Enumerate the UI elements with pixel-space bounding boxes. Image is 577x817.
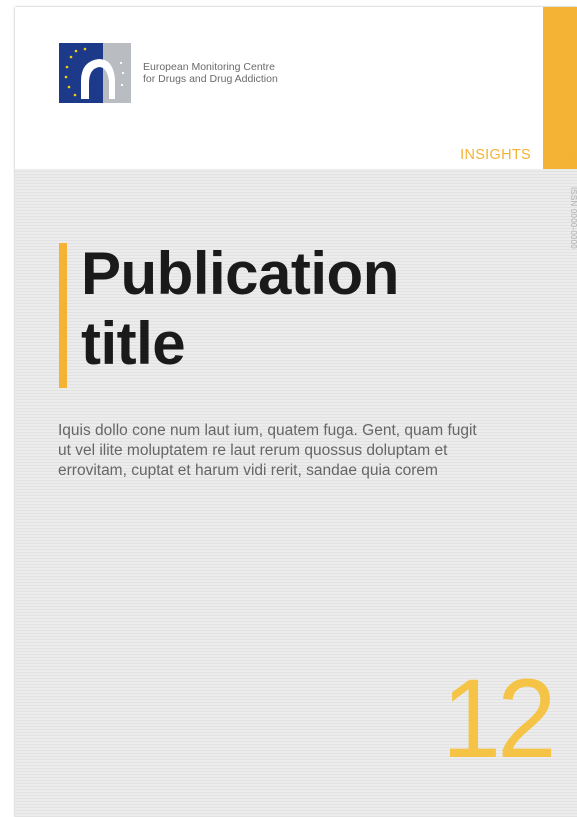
- organisation-name: European Monitoring Centre for Drugs and…: [143, 61, 278, 85]
- title-line-1: Publication: [81, 240, 399, 307]
- organisation-name-line2: for Drugs and Drug Addiction: [143, 73, 278, 85]
- title-line-2: title: [81, 310, 186, 377]
- title-accent-bar: [59, 243, 67, 388]
- issn-number: ISSN 0000-0000: [569, 187, 577, 249]
- organisation-logo: European Monitoring Centre for Drugs and…: [59, 43, 278, 103]
- cover-header: European Monitoring Centre for Drugs and…: [15, 7, 577, 169]
- publication-summary: Iquis dollo cone num laut ium, quatem fu…: [58, 422, 477, 479]
- publication-title: Publication title: [81, 239, 521, 379]
- series-label: INSIGHTS: [460, 147, 531, 163]
- accent-strip: [543, 7, 577, 169]
- emcdda-logo-icon: [59, 43, 131, 103]
- issue-number: 12: [442, 656, 557, 781]
- publication-cover: European Monitoring Centre for Drugs and…: [15, 7, 577, 817]
- organisation-name-line1: European Monitoring Centre: [143, 61, 275, 73]
- language-label: EN: [555, 147, 576, 163]
